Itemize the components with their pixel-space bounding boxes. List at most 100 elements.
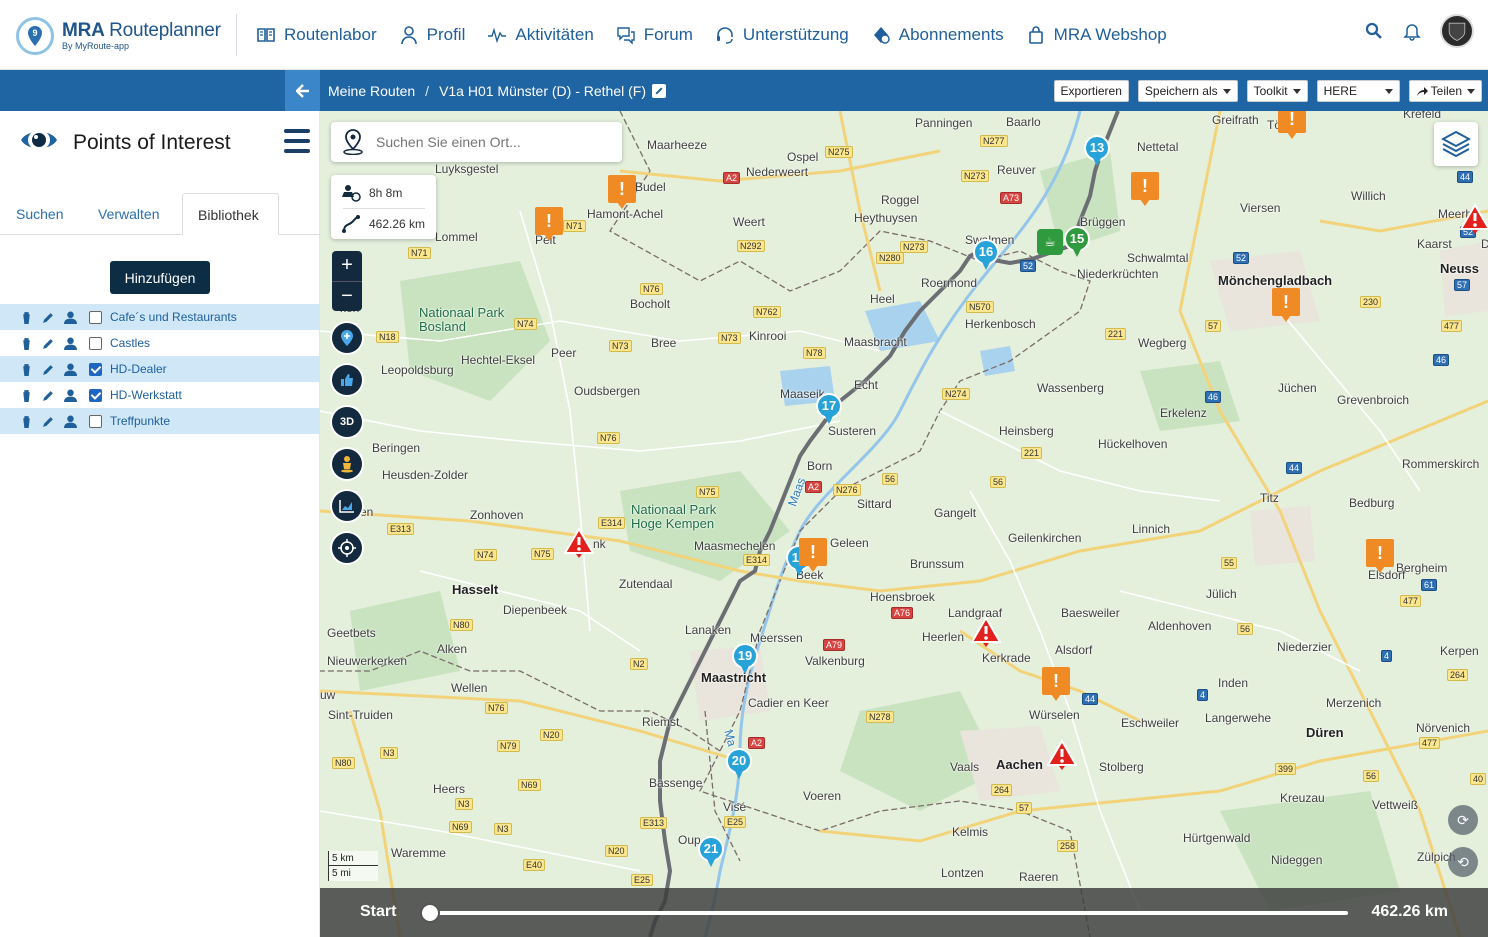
- road-shield: 56: [882, 473, 899, 485]
- poi-warning-red[interactable]: [971, 616, 1001, 648]
- shopping-bag-icon: [1028, 26, 1043, 44]
- thumbs-up-button[interactable]: [332, 365, 362, 395]
- trash-icon[interactable]: [20, 363, 33, 376]
- poi-warning-orange[interactable]: !: [1272, 288, 1300, 322]
- poi-warning-orange[interactable]: !: [608, 175, 636, 209]
- checkbox[interactable]: [89, 414, 102, 428]
- waypoint-marker[interactable]: 13: [1084, 135, 1110, 169]
- poi-panel: Points of Interest Suchen Verwalten Bibl…: [0, 111, 320, 937]
- back-button[interactable]: [285, 70, 320, 111]
- nav-aktivitaeten[interactable]: Aktivitäten: [487, 25, 594, 45]
- share-dropdown[interactable]: Teilen: [1408, 80, 1482, 102]
- nav-unterstuetzung[interactable]: Unterstützung: [715, 25, 849, 45]
- map-provider-select[interactable]: HERE: [1316, 80, 1400, 102]
- list-item-label[interactable]: HD-Werkstatt: [110, 388, 182, 402]
- checkbox-checked[interactable]: [89, 362, 102, 376]
- checkbox[interactable]: [89, 336, 102, 350]
- poi-warning-orange[interactable]: !: [1278, 111, 1306, 139]
- add-waypoint-button[interactable]: [332, 323, 362, 353]
- poi-warning-orange[interactable]: !: [799, 538, 827, 572]
- pencil-icon[interactable]: [42, 363, 55, 376]
- place-label: Bree: [651, 336, 677, 350]
- checkbox-checked[interactable]: [89, 388, 102, 402]
- pencil-icon[interactable]: [42, 415, 55, 428]
- zoom-in-button[interactable]: +: [332, 251, 362, 281]
- locate-me-button[interactable]: [332, 533, 362, 563]
- poi-warning-orange[interactable]: !: [535, 207, 563, 241]
- nav-forum[interactable]: Forum: [616, 25, 693, 45]
- breadcrumb-root[interactable]: Meine Routen: [328, 83, 415, 99]
- streetview-button[interactable]: [332, 449, 362, 479]
- coffee-cup-icon[interactable]: ☕: [1037, 229, 1063, 255]
- poi-warning-red[interactable]: [1460, 203, 1488, 235]
- nav-routenlabor[interactable]: Routenlabor: [256, 25, 377, 45]
- nav-label: Aktivitäten: [515, 25, 594, 44]
- nav-label: Routenlabor: [284, 25, 377, 44]
- map-base-layer: [320, 111, 1488, 937]
- waypoint-marker[interactable]: 16: [973, 239, 999, 273]
- nav-profil[interactable]: Profil: [399, 25, 465, 45]
- map-layers-button[interactable]: [1434, 122, 1478, 166]
- avatar[interactable]: [1440, 14, 1474, 48]
- road-shield: N18: [376, 331, 399, 343]
- map-search-input[interactable]: [376, 134, 576, 150]
- list-item-label[interactable]: HD-Dealer: [110, 362, 167, 376]
- waypoint-marker[interactable]: 21: [698, 836, 724, 870]
- trash-icon[interactable]: [20, 337, 33, 350]
- tab-verwalten[interactable]: Verwalten: [83, 193, 174, 235]
- trash-icon[interactable]: [20, 311, 33, 324]
- save-as-dropdown[interactable]: Speichern als: [1137, 80, 1238, 102]
- timeline-slider-handle[interactable]: [420, 903, 440, 923]
- user-icon[interactable]: [64, 415, 77, 428]
- place-label: Sittard: [857, 497, 892, 511]
- poi-warning-red[interactable]: [564, 527, 594, 559]
- rotate-right-button[interactable]: ⟳: [1448, 805, 1478, 835]
- user-icon[interactable]: [64, 363, 77, 376]
- pencil-icon[interactable]: [42, 389, 55, 402]
- user-icon[interactable]: [64, 311, 77, 324]
- toolkit-dropdown[interactable]: Toolkit: [1246, 80, 1308, 102]
- waypoint-marker[interactable]: 17: [816, 393, 842, 427]
- caret-down-icon: [1222, 88, 1231, 94]
- user-icon[interactable]: [64, 389, 77, 402]
- tab-suchen[interactable]: Suchen: [1, 193, 78, 235]
- export-button[interactable]: Exportieren: [1053, 80, 1129, 102]
- map-canvas[interactable]: Krefeld Baarlo Panningen Maarheeze Ospel…: [320, 111, 1488, 937]
- waypoint-marker[interactable]: 20: [726, 748, 752, 782]
- pencil-icon[interactable]: [42, 337, 55, 350]
- road-shield: N74: [514, 318, 537, 330]
- waypoint-marker[interactable]: 19: [732, 643, 758, 677]
- waypoint-marker[interactable]: 15: [1064, 226, 1090, 260]
- hamburger-menu-icon[interactable]: [284, 129, 310, 153]
- add-button[interactable]: Hinzufügen: [110, 261, 210, 294]
- rotate-left-button[interactable]: ⟲: [1448, 847, 1478, 877]
- nav-webshop[interactable]: MRA Webshop: [1026, 25, 1167, 45]
- trash-icon[interactable]: [20, 415, 33, 428]
- elevation-profile-button[interactable]: [332, 491, 362, 521]
- poi-warning-red[interactable]: [1047, 739, 1077, 771]
- road-shield: N71: [408, 247, 431, 259]
- trash-icon[interactable]: [20, 389, 33, 402]
- poi-warning-orange[interactable]: !: [1042, 667, 1070, 701]
- place-label: Vaals: [950, 760, 980, 774]
- zoom-out-button[interactable]: −: [332, 282, 362, 312]
- checkbox[interactable]: [89, 310, 102, 324]
- list-item-label[interactable]: Cafe´s und Restaurants: [110, 310, 237, 324]
- 3d-view-button[interactable]: 3D: [332, 407, 362, 437]
- tab-bibliothek[interactable]: Bibliothek: [182, 193, 279, 235]
- bell-icon[interactable]: [1402, 21, 1422, 41]
- poi-warning-orange[interactable]: !: [1131, 172, 1159, 206]
- place-label: Mönchengladbach: [1218, 273, 1333, 288]
- place-label: Geetbets: [327, 626, 376, 640]
- edit-pencil-icon[interactable]: [652, 83, 667, 98]
- list-item-label[interactable]: Castles: [110, 336, 150, 350]
- list-item-label[interactable]: Treffpunkte: [110, 414, 170, 428]
- place-label: Oudsbergen: [574, 384, 641, 398]
- search-icon[interactable]: [1364, 21, 1384, 41]
- pencil-icon[interactable]: [42, 311, 55, 324]
- app-logo[interactable]: 9 MRA Routeplanner By MyRoute-app: [16, 16, 231, 56]
- nav-abonnements[interactable]: Abonnements: [871, 25, 1004, 45]
- timeline-track[interactable]: [430, 911, 1348, 915]
- poi-warning-orange[interactable]: !: [1366, 539, 1394, 573]
- user-icon[interactable]: [64, 337, 77, 350]
